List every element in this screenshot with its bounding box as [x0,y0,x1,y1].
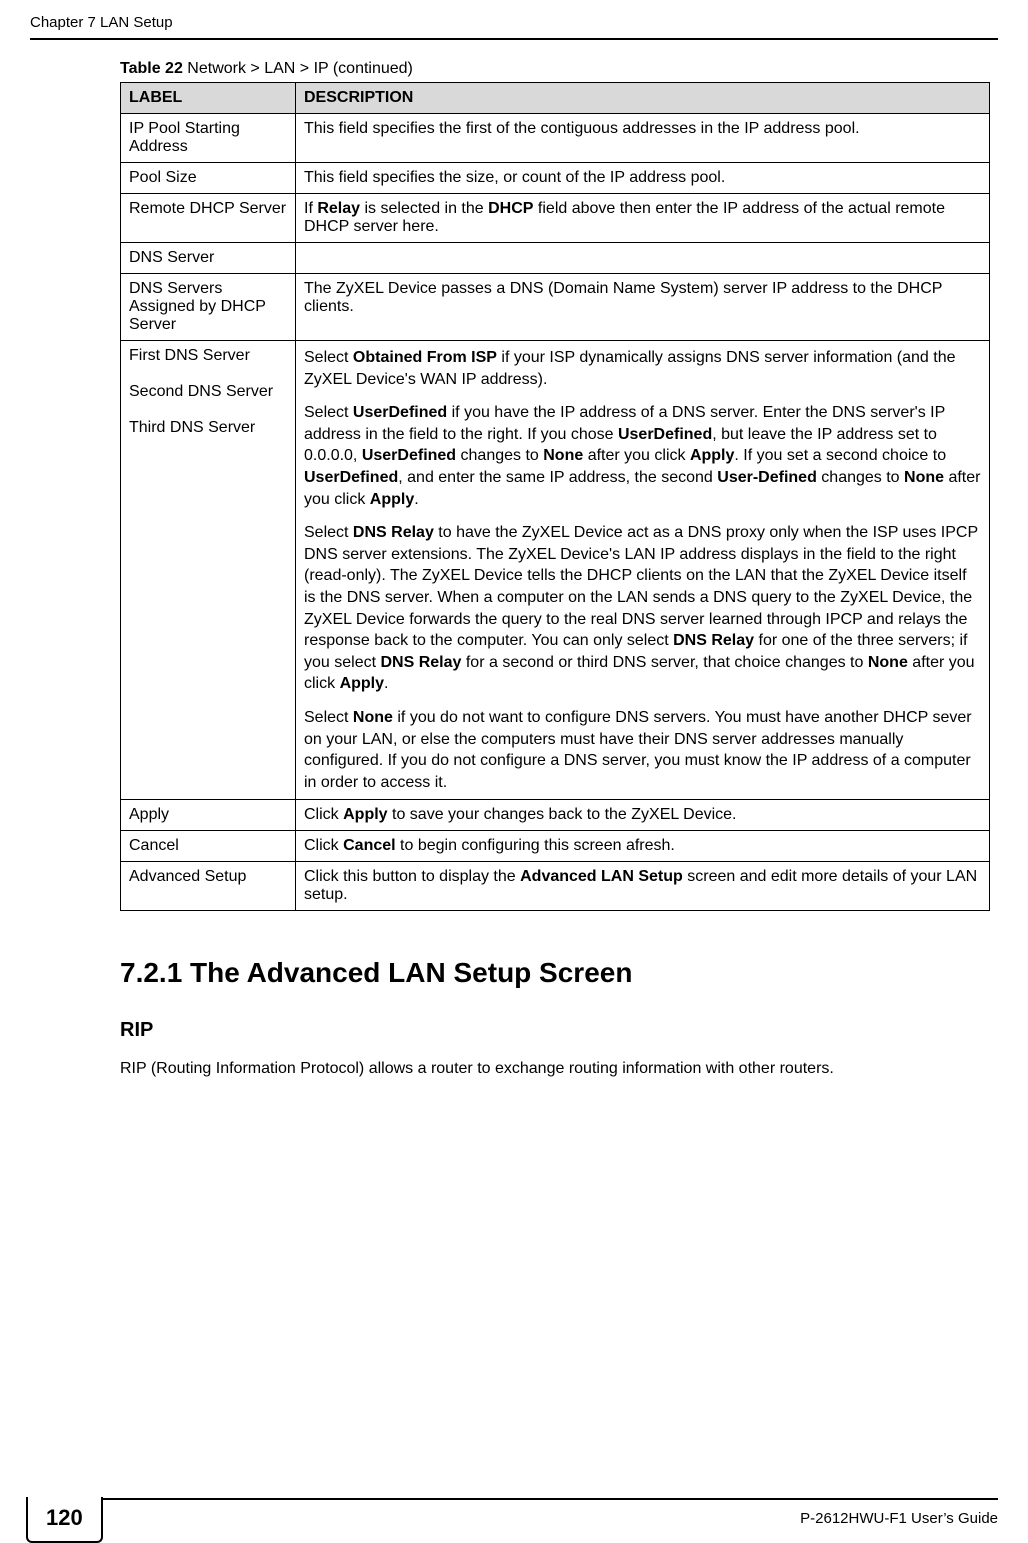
table-row: DNS Server [121,243,990,274]
desc-para: Select UserDefined if you have the IP ad… [304,402,981,510]
cell-label: Pool Size [121,163,296,194]
table-row: Advanced Setup Click this button to disp… [121,862,990,911]
table-number: Table 22 [120,60,183,77]
cell-label: Advanced Setup [121,862,296,911]
col-label: LABEL [121,83,296,114]
cell-label: DNS Servers Assigned by DHCP Server [121,274,296,341]
table-row: Cancel Click Cancel to begin configuring… [121,831,990,862]
col-description: DESCRIPTION [296,83,990,114]
table-row: IP Pool Starting Address This field spec… [121,114,990,163]
chapter-label: Chapter 7 LAN Setup [30,14,173,31]
cell-label: Remote DHCP Server [121,194,296,243]
table-row: Remote DHCP Server If Relay is selected … [121,194,990,243]
cell-label: DNS Server [121,243,296,274]
cell-desc: This field specifies the first of the co… [296,114,990,163]
cell-desc: Select Obtained From ISP if your ISP dyn… [296,341,990,800]
desc-para: Select DNS Relay to have the ZyXEL Devic… [304,522,981,695]
cell-desc: This field specifies the size, or count … [296,163,990,194]
table-row: DNS Servers Assigned by DHCP Server The … [121,274,990,341]
page-number: 120 [26,1497,103,1543]
cell-desc: Click this button to display the Advance… [296,862,990,911]
desc-para: Select Obtained From ISP if your ISP dyn… [304,347,981,390]
cell-desc: Click Apply to save your changes back to… [296,800,990,831]
cell-desc: The ZyXEL Device passes a DNS (Domain Na… [296,274,990,341]
page-footer: 120 P-2612HWU-F1 User’s Guide [30,1498,998,1500]
cell-desc [296,243,990,274]
table-title: Network > LAN > IP (continued) [183,60,413,77]
page-header: Chapter 7 LAN Setup [30,14,998,40]
section-heading: 7.2.1 The Advanced LAN Setup Screen [120,957,990,989]
section-subheading: RIP [120,1019,990,1042]
table-row: Apply Click Apply to save your changes b… [121,800,990,831]
cell-label: IP Pool Starting Address [121,114,296,163]
guide-label: P-2612HWU-F1 User’s Guide [800,1510,998,1527]
settings-table: LABEL DESCRIPTION IP Pool Starting Addre… [120,82,990,911]
cell-label: First DNS ServerSecond DNS ServerThird D… [121,341,296,800]
desc-para: Select None if you do not want to config… [304,707,981,793]
table-header-row: LABEL DESCRIPTION [121,83,990,114]
cell-label: Cancel [121,831,296,862]
cell-desc: If Relay is selected in the DHCP field a… [296,194,990,243]
page-content: Table 22 Network > LAN > IP (continued) … [120,60,990,1081]
body-paragraph: RIP (Routing Information Protocol) allow… [120,1058,990,1080]
page: Chapter 7 LAN Setup Table 22 Network > L… [0,0,1028,1524]
cell-desc: Click Cancel to begin configuring this s… [296,831,990,862]
table-row: Pool Size This field specifies the size,… [121,163,990,194]
table-row: First DNS ServerSecond DNS ServerThird D… [121,341,990,800]
table-caption: Table 22 Network > LAN > IP (continued) [120,60,990,78]
cell-label: Apply [121,800,296,831]
